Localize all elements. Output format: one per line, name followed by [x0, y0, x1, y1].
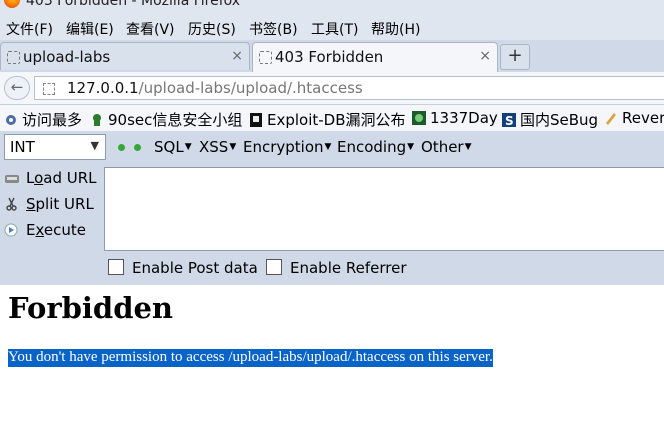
1337day-icon [412, 111, 426, 125]
enable-referrer-checkbox[interactable]: Enable Referrer [266, 259, 406, 277]
tab-label: upload-labs [23, 48, 111, 66]
url-domain: 127.0.0.1 [67, 79, 139, 97]
other-menu-button[interactable]: Other▼ [421, 138, 472, 156]
bookmark-label: 1337Day [430, 109, 498, 127]
menu-edit[interactable]: 编辑(E) [66, 19, 114, 39]
label-part: S [26, 195, 36, 213]
load-url-button[interactable]: Load URL [4, 169, 97, 187]
load-url-icon [5, 175, 19, 183]
ninja-icon [93, 114, 101, 126]
hackbar-panel: INT ▼ SQL▼ XSS▼ Encryption▼ Encoding▼ Ot… [0, 131, 664, 285]
close-icon[interactable]: × [231, 48, 243, 64]
bookmark-label: 90sec信息安全小组 [108, 111, 243, 129]
bookmark-1337day[interactable]: 1337Day [412, 109, 498, 127]
page-icon [7, 51, 20, 64]
bookmark-label: 国内SeBug [520, 111, 599, 129]
menu-bar: 文件(F) 编辑(E) 查看(V) 历史(S) 书签(B) 工具(T) 帮助(H… [0, 14, 664, 40]
label-part: plit URL [35, 195, 94, 213]
svg-text:S: S [505, 114, 514, 127]
error-message: You don't have permission to access /upl… [8, 349, 493, 367]
title-bar: 403 Forbidden - Mozilla Firefox [0, 0, 664, 14]
decrease-icon[interactable] [118, 144, 125, 151]
type-select-value: INT [10, 138, 35, 156]
bookmark-label: Exploit-DB漏洞公布 [267, 111, 406, 129]
menu-history[interactable]: 历史(S) [188, 19, 236, 39]
bookmark-label: Rever [622, 109, 664, 127]
back-button[interactable]: ← [4, 76, 30, 100]
label-part: ecute [43, 221, 86, 239]
bookmark-90sec[interactable]: 90sec信息安全小组 [90, 109, 242, 130]
page-icon [43, 83, 55, 95]
pen-icon [606, 113, 616, 125]
enable-post-data-checkbox[interactable]: Enable Post data [108, 259, 258, 277]
bookmark-rever[interactable]: Rever [604, 109, 664, 127]
tab-strip: upload-labs × 403 Forbidden × + [0, 40, 664, 72]
menu-tools[interactable]: 工具(T) [311, 19, 358, 39]
encryption-menu-button[interactable]: Encryption▼ [243, 138, 331, 156]
menu-label: Other [421, 138, 464, 156]
bookmark-label: 访问最多 [22, 111, 83, 129]
close-icon[interactable]: × [479, 48, 491, 64]
type-select[interactable]: INT ▼ [4, 134, 106, 160]
split-url-button[interactable]: Split URL [4, 195, 94, 213]
firefox-logo-icon [4, 0, 20, 8]
encoding-menu-button[interactable]: Encoding▼ [337, 138, 414, 156]
label-part: x [35, 221, 44, 239]
url-path: /upload-labs/upload/.htaccess [138, 79, 363, 97]
bookmark-exploit-db[interactable]: Exploit-DB漏洞公布 [249, 109, 406, 130]
xss-menu-button[interactable]: XSS▼ [199, 138, 236, 156]
menu-view[interactable]: 查看(V) [126, 19, 175, 39]
sebug-icon: S [502, 113, 516, 127]
back-arrow-icon: ← [10, 78, 24, 96]
label-part: ad URL [43, 169, 97, 187]
exploit-db-icon [250, 113, 262, 127]
new-tab-button[interactable]: + [500, 44, 530, 70]
tab-upload-labs[interactable]: upload-labs × [0, 42, 250, 70]
label-part: L [26, 169, 35, 187]
url-textarea[interactable] [104, 167, 664, 251]
page-heading: Forbidden [8, 291, 174, 325]
scissors-icon [6, 197, 17, 211]
bookmarks-toolbar: 访问最多 90sec信息安全小组 Exploit-DB漏洞公布 1337Day … [0, 105, 664, 131]
bookmark-most-visited[interactable]: 访问最多 [4, 109, 82, 130]
execute-button[interactable]: Execute [4, 221, 86, 239]
checkbox-label: Enable Post data [132, 259, 258, 277]
gear-icon [6, 115, 16, 125]
tab-label: 403 Forbidden [275, 48, 384, 66]
menu-label: XSS [199, 138, 229, 156]
menu-label: SQL [154, 138, 184, 156]
label-part: o [34, 169, 44, 187]
sql-menu-button[interactable]: SQL▼ [154, 138, 192, 156]
tab-403-forbidden[interactable]: 403 Forbidden × [252, 42, 498, 72]
bookmark-sebug[interactable]: S 国内SeBug [502, 109, 598, 130]
navigation-bar: ← 127.0.0.1/upload-labs/upload/.htaccess [0, 72, 664, 105]
checkbox-label: Enable Referrer [290, 259, 407, 277]
menu-label: Encoding [337, 138, 407, 156]
page-icon [259, 51, 272, 64]
menu-label: Encryption [243, 138, 324, 156]
window-title: 403 Forbidden - Mozilla Firefox [26, 0, 241, 9]
checkbox-box[interactable] [108, 259, 124, 275]
menu-file[interactable]: 文件(F) [6, 19, 53, 39]
menu-help[interactable]: 帮助(H) [371, 19, 420, 39]
play-icon [4, 223, 18, 237]
menu-bookmarks[interactable]: 书签(B) [249, 19, 298, 39]
address-bar[interactable]: 127.0.0.1/upload-labs/upload/.htaccess [34, 76, 664, 100]
chevron-down-icon: ▼ [90, 139, 99, 152]
increase-icon[interactable] [134, 144, 141, 151]
checkbox-box[interactable] [266, 259, 282, 275]
